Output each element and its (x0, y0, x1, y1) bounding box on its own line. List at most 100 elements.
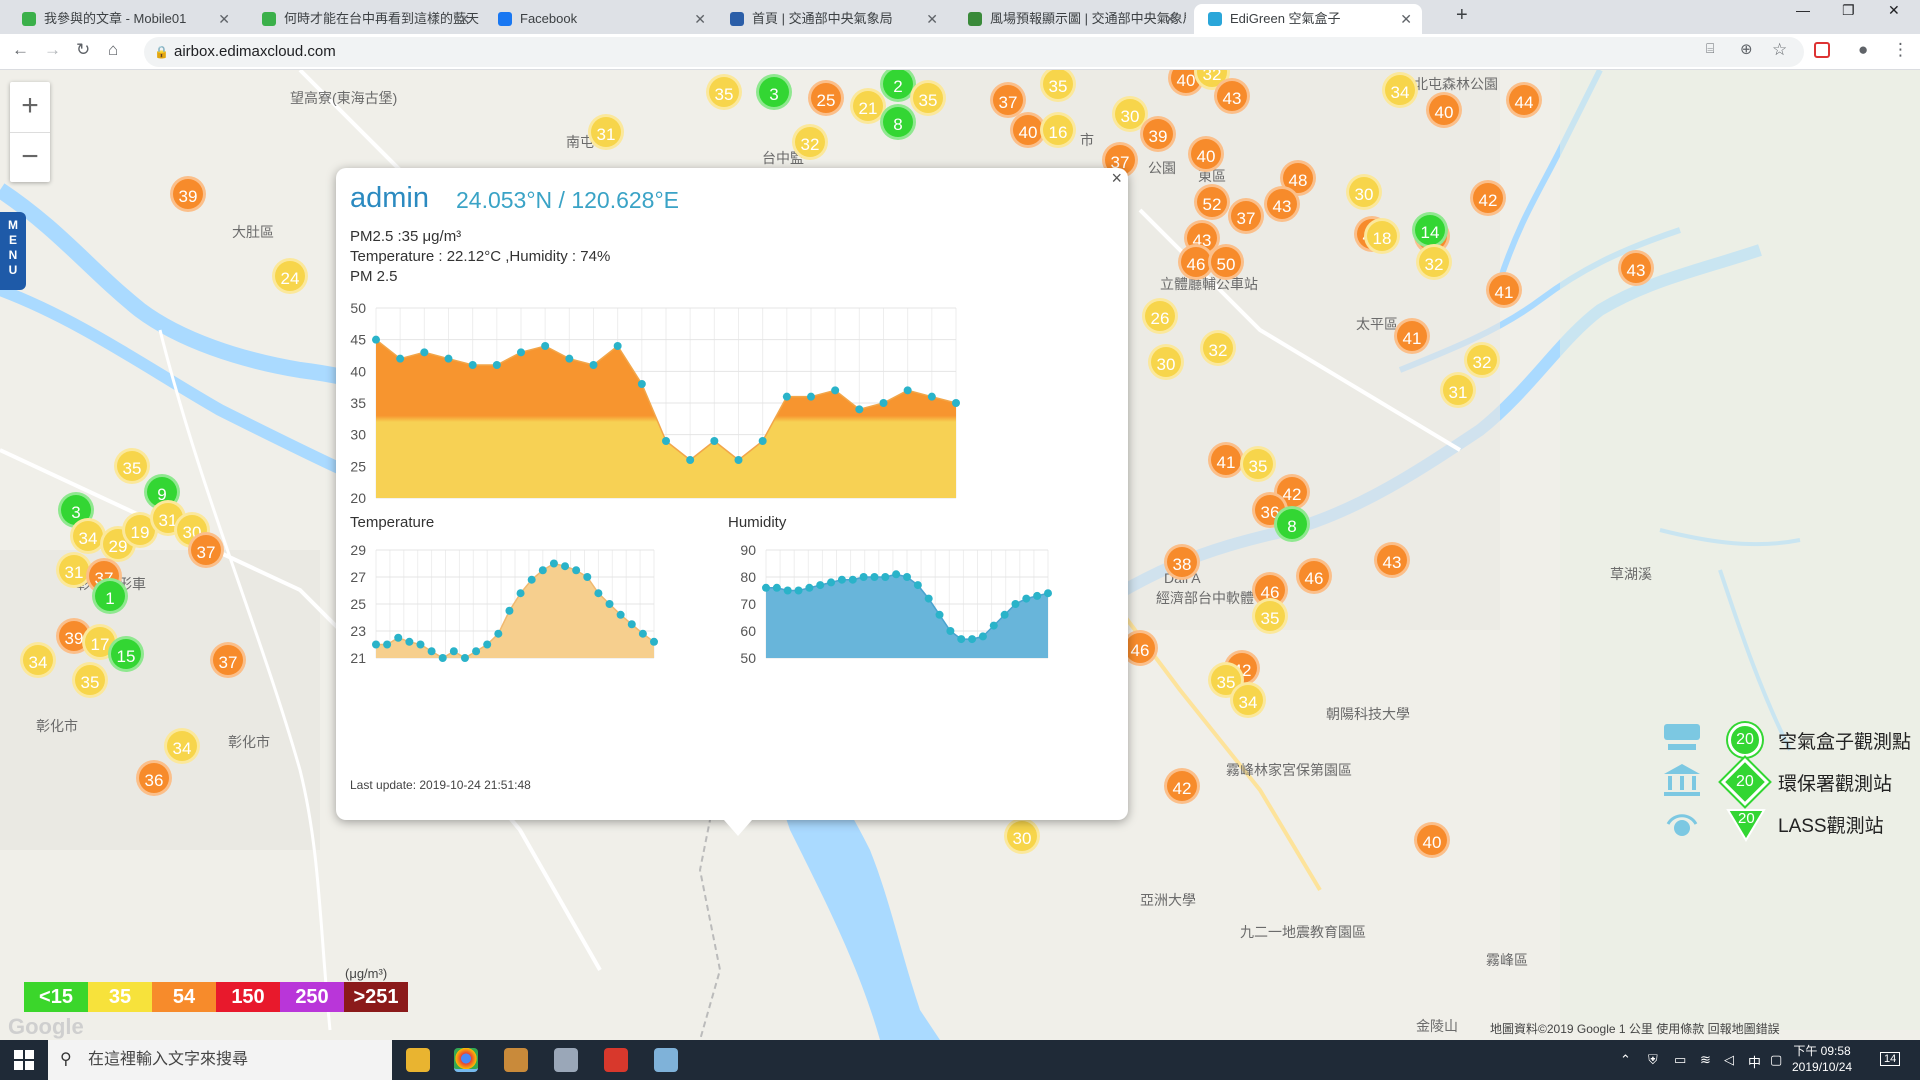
notification-badge[interactable]: 14 (1880, 1052, 1901, 1066)
airbox-station-marker[interactable]: 35 (72, 662, 108, 698)
airbox-station-marker[interactable]: 41 (1394, 318, 1430, 354)
airbox-station-marker[interactable]: 40 (1426, 92, 1462, 128)
airbox-station-marker[interactable]: 31 (1440, 372, 1476, 408)
zoom-out-button[interactable]: − (10, 132, 50, 182)
tray-shield-icon[interactable]: ⛨ (1648, 1052, 1658, 1068)
ime-indicator[interactable]: 中 (1748, 1052, 1761, 1071)
airbox-station-marker[interactable]: 37 (188, 532, 224, 568)
airbox-station-marker[interactable]: 43 (1214, 78, 1250, 114)
browser-tab[interactable]: 何時才能在台中再看到這樣的藍天... ✕ (248, 4, 480, 34)
browser-tab[interactable]: 風場預報顯示圖 | 交通部中央氣象局 ✕ (954, 4, 1186, 34)
back-icon[interactable]: ← (12, 40, 29, 60)
airbox-station-marker[interactable]: 44 (1506, 82, 1542, 118)
airbox-station-marker[interactable]: 39 (170, 176, 206, 212)
airbox-station-marker[interactable]: 41 (1486, 272, 1522, 308)
airbox-station-marker[interactable]: 1 (92, 578, 128, 614)
airbox-station-marker[interactable]: 25 (808, 80, 844, 116)
windows-start-icon[interactable] (14, 1050, 34, 1070)
close-window-button[interactable]: ✕ (1888, 2, 1900, 19)
airbox-station-marker[interactable]: 41 (1208, 442, 1244, 478)
airbox-station-marker[interactable]: 43 (1618, 250, 1654, 286)
tray-chevron-icon[interactable]: ⌃ (1620, 1052, 1631, 1068)
airbox-station-marker[interactable]: 32 (1200, 330, 1236, 366)
airbox-station-marker[interactable]: 34 (164, 728, 200, 764)
airbox-station-marker[interactable]: 32 (1464, 342, 1500, 378)
airbox-station-marker[interactable]: 37 (210, 642, 246, 678)
translate-icon[interactable]: ⌸ (1706, 40, 1714, 57)
new-tab-button[interactable]: + (1456, 4, 1468, 27)
tab-close-icon[interactable]: ✕ (1400, 4, 1412, 34)
airbox-station-marker[interactable]: 35 (910, 80, 946, 116)
app-icon-4[interactable] (654, 1048, 678, 1072)
airbox-station-marker[interactable]: 34 (1230, 682, 1266, 718)
app-icon-2[interactable] (554, 1048, 578, 1072)
airbox-station-marker[interactable]: 8 (1274, 506, 1310, 542)
airbox-station-marker[interactable]: 3 (756, 74, 792, 110)
airbox-station-marker[interactable]: 30 (1148, 344, 1184, 380)
file-explorer-icon[interactable] (406, 1048, 430, 1072)
airbox-station-marker[interactable]: 37 (1228, 198, 1264, 234)
extension-icon[interactable] (1814, 42, 1830, 58)
tab-close-icon[interactable]: ✕ (1164, 4, 1176, 34)
browser-tab[interactable]: Facebook ✕ (484, 4, 716, 34)
account-icon[interactable]: ● (1858, 40, 1868, 60)
airbox-station-marker[interactable]: 35 (706, 74, 742, 110)
airbox-station-marker[interactable]: 39 (1140, 116, 1176, 152)
airbox-station-marker[interactable]: 35 (1240, 446, 1276, 482)
zoom-in-button[interactable]: + (10, 82, 50, 132)
tab-close-icon[interactable]: ✕ (458, 4, 470, 34)
airbox-station-marker[interactable]: 32 (1416, 244, 1452, 280)
forward-icon[interactable]: → (44, 40, 61, 60)
browser-tab[interactable]: 首頁 | 交通部中央氣象局 ✕ (716, 4, 948, 34)
map-canvas[interactable]: 望高寮(東海古堡)大肚區南屯台中監市公園東區立體廳輔公車站太平區彰化扇形車彰化市… (0, 70, 1920, 1040)
airbox-station-marker[interactable]: 38 (1164, 544, 1200, 580)
airbox-station-marker[interactable]: 32 (792, 124, 828, 160)
maximize-button[interactable]: ❐ (1842, 2, 1855, 19)
airbox-station-marker[interactable]: 50 (1208, 244, 1244, 280)
airbox-station-marker[interactable]: 43 (1264, 186, 1300, 222)
app-icon-3[interactable] (604, 1048, 628, 1072)
airbox-station-marker[interactable]: 40 (1414, 822, 1450, 858)
app-icon-1[interactable] (504, 1048, 528, 1072)
airbox-station-marker[interactable]: 24 (272, 258, 308, 294)
wifi-icon[interactable]: ≋ (1700, 1052, 1711, 1068)
airbox-station-marker[interactable]: 40 (1188, 136, 1224, 172)
volume-icon[interactable]: ◁ (1724, 1052, 1734, 1068)
home-icon[interactable]: ⌂ (108, 40, 118, 60)
airbox-station-marker[interactable]: 35 (1252, 598, 1288, 634)
airbox-station-marker[interactable]: 43 (1374, 542, 1410, 578)
close-popup-icon[interactable]: × (1111, 168, 1122, 189)
airbox-station-marker[interactable]: 26 (1142, 298, 1178, 334)
airbox-station-marker[interactable]: 34 (1382, 72, 1418, 108)
airbox-station-marker[interactable]: 14 (1412, 212, 1448, 248)
more-menu-icon[interactable]: ⋮ (1892, 40, 1909, 60)
browser-tab[interactable]: 我參與的文章 - Mobile01 ✕ (8, 4, 240, 34)
tab-close-icon[interactable]: ✕ (694, 4, 706, 34)
address-bar[interactable]: 🔒 airbox.edimaxcloud.com (144, 37, 1804, 67)
tab-close-icon[interactable]: ✕ (218, 4, 230, 34)
taskbar-search-box[interactable]: ⚲ 在這裡輸入文字來搜尋 (48, 1040, 392, 1080)
airbox-station-marker[interactable]: 42 (1470, 180, 1506, 216)
bookmark-star-icon[interactable]: ☆ (1772, 40, 1787, 60)
airbox-station-marker[interactable]: 42 (1164, 768, 1200, 804)
airbox-station-marker[interactable]: 18 (1364, 218, 1400, 254)
chrome-icon[interactable] (454, 1048, 478, 1072)
battery-icon[interactable]: ▭ (1674, 1052, 1686, 1068)
zoom-icon[interactable]: ⊕ (1740, 40, 1753, 58)
airbox-station-marker[interactable]: 31 (588, 114, 624, 150)
airbox-station-marker[interactable]: 34 (20, 642, 56, 678)
tab-close-icon[interactable]: ✕ (926, 4, 938, 34)
airbox-station-marker[interactable]: 8 (880, 104, 916, 140)
tablet-icon[interactable]: ▢ (1770, 1052, 1782, 1068)
airbox-station-marker[interactable]: 52 (1194, 184, 1230, 220)
airbox-station-marker[interactable]: 30 (1004, 818, 1040, 854)
airbox-station-marker[interactable]: 15 (108, 636, 144, 672)
menu-button[interactable]: MENU (0, 212, 26, 290)
minimize-button[interactable]: — (1796, 2, 1810, 18)
airbox-station-marker[interactable]: 46 (1296, 558, 1332, 594)
airbox-station-marker[interactable]: 30 (1346, 174, 1382, 210)
airbox-station-marker[interactable]: 36 (136, 760, 172, 796)
airbox-station-marker[interactable]: 35 (114, 448, 150, 484)
reload-icon[interactable]: ↻ (76, 40, 90, 60)
airbox-station-marker[interactable]: 16 (1040, 112, 1076, 148)
